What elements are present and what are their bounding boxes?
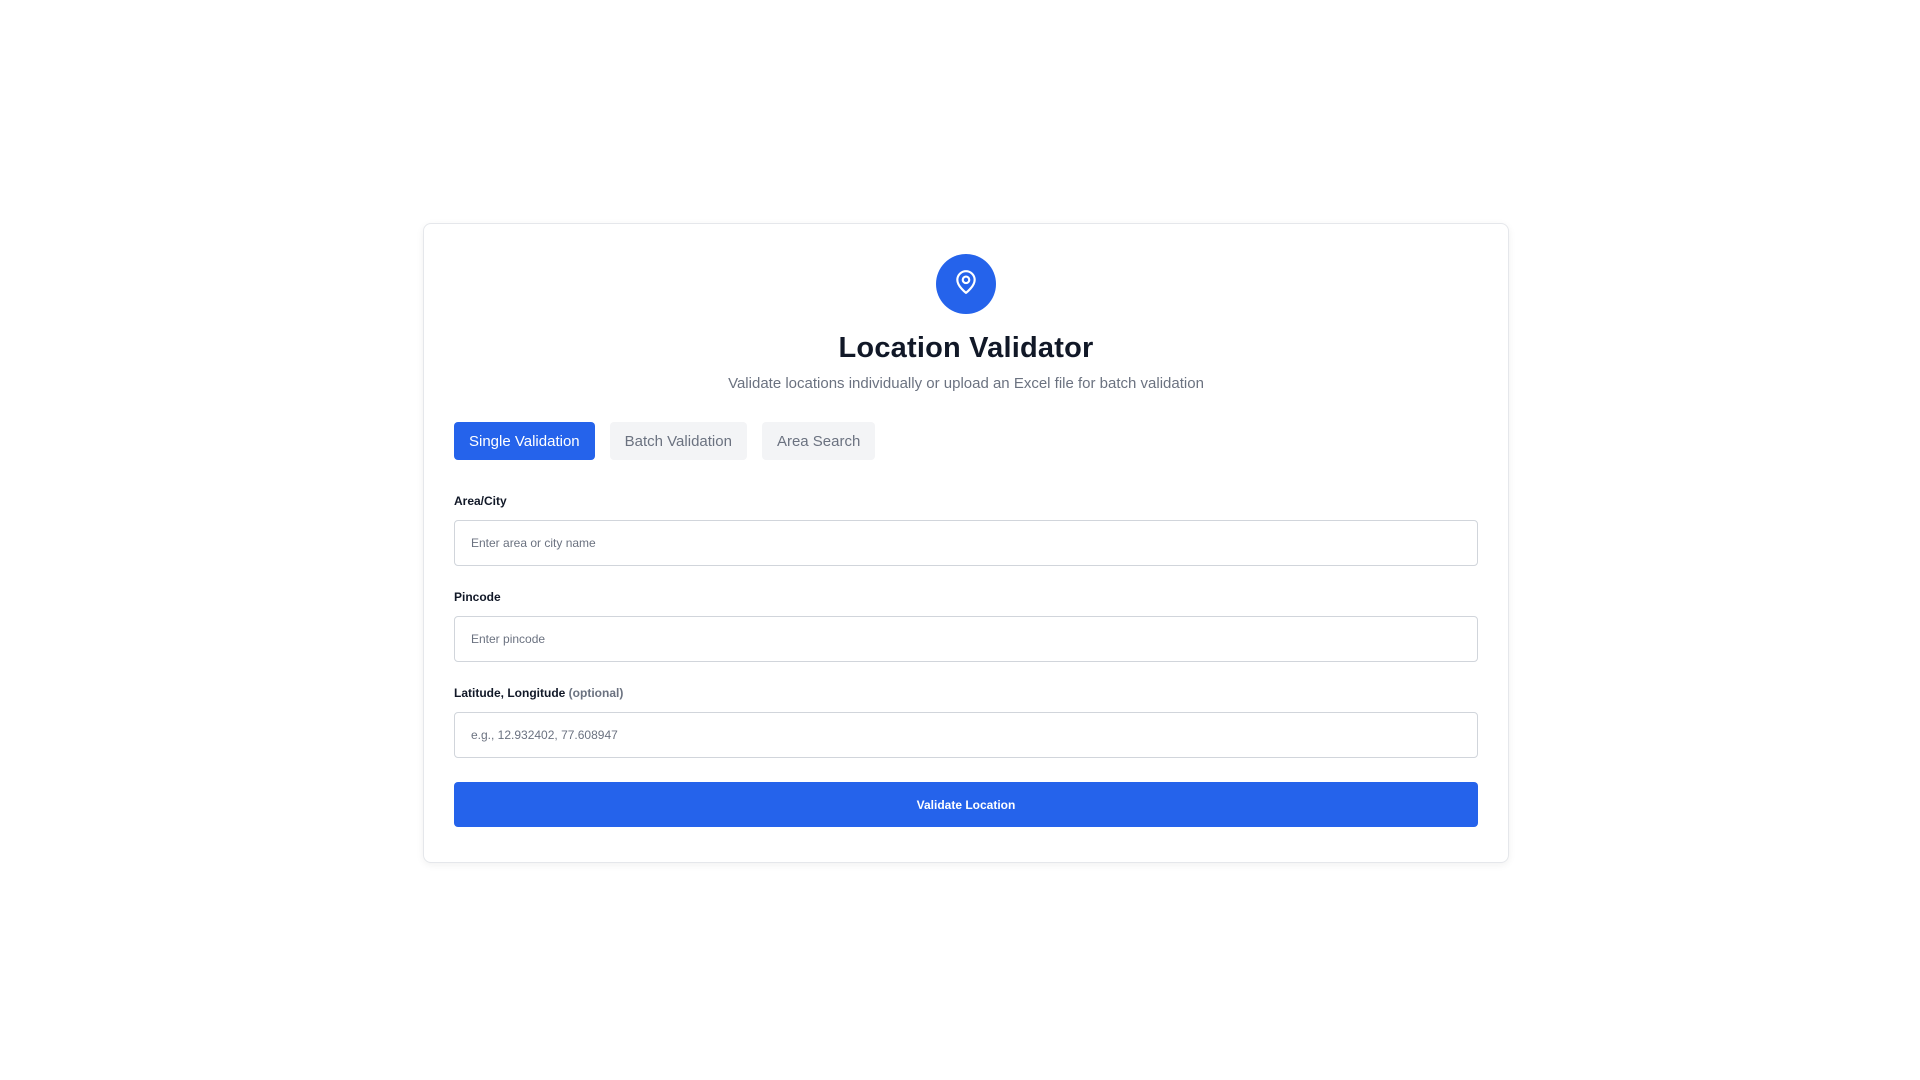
logo-badge [936, 254, 996, 314]
tab-area-search[interactable]: Area Search [761, 422, 876, 460]
area-city-label: Area/City [454, 494, 507, 508]
area-city-input[interactable] [454, 520, 1478, 566]
pincode-label: Pincode [454, 590, 501, 604]
pincode-field: Pincode [454, 590, 1478, 662]
validate-location-button[interactable]: Validate Location [454, 782, 1478, 827]
header: Location Validator Validate locations in… [454, 254, 1478, 392]
lat-lng-field: Latitude, Longitude (optional) [454, 686, 1478, 758]
page-title: Location Validator [838, 332, 1094, 364]
optional-note: (optional) [568, 686, 624, 700]
tab-batch-validation[interactable]: Batch Validation [609, 422, 747, 460]
location-validator-card: Location Validator Validate locations in… [423, 223, 1509, 863]
area-city-field: Area/City [454, 494, 1478, 566]
tab-single-validation[interactable]: Single Validation [454, 422, 595, 460]
lat-lng-label-text: Latitude, Longitude [454, 686, 566, 700]
pincode-input[interactable] [454, 616, 1478, 662]
map-pin-icon [953, 269, 979, 300]
lat-lng-label: Latitude, Longitude (optional) [454, 686, 1478, 700]
lat-lng-input[interactable] [454, 712, 1478, 758]
page-subtitle: Validate locations individually or uploa… [728, 375, 1204, 392]
validation-tabs: Single Validation Batch Validation Area … [454, 422, 1478, 460]
